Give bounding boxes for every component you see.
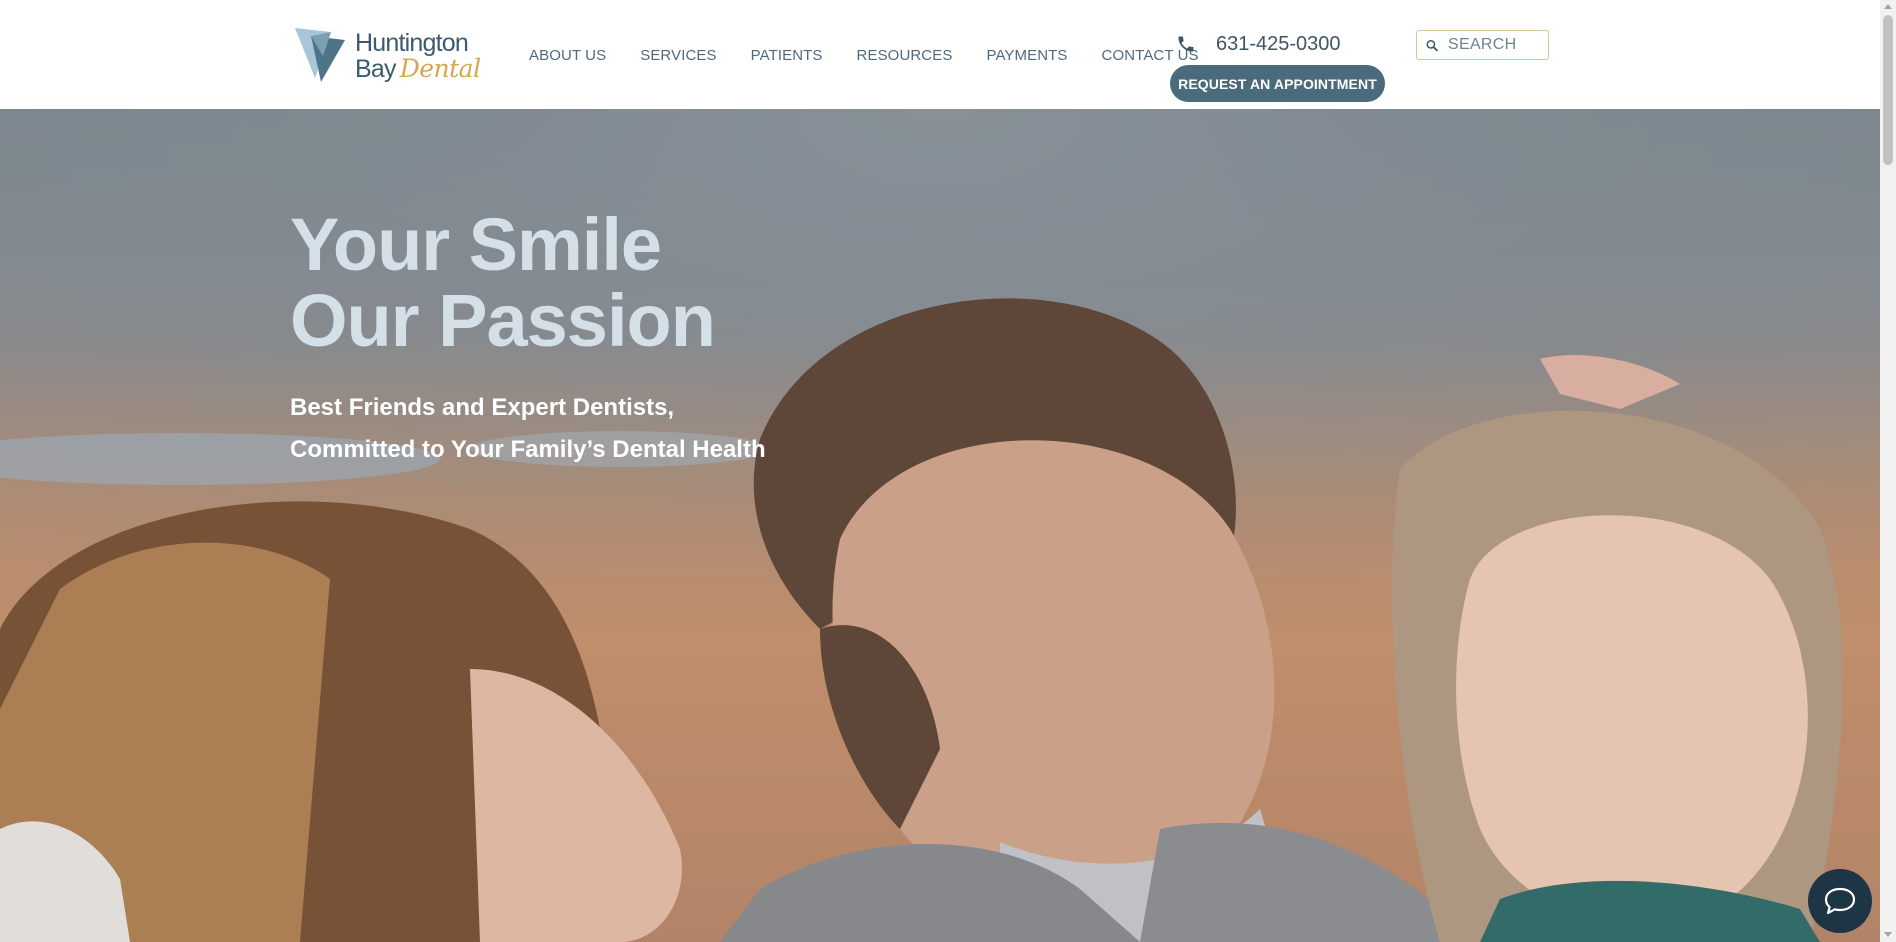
scroll-down-arrow-icon[interactable]	[1884, 932, 1892, 937]
hero-title-line1: Your Smile	[290, 203, 662, 286]
nav-resources[interactable]: RESOURCES	[857, 47, 953, 67]
phone-number: 631-425-0300	[1216, 32, 1341, 55]
logo-text-dental: Dental	[399, 54, 481, 83]
hero-banner: Your Smile Our Passion Best Friends and …	[0, 109, 1880, 942]
nav-services[interactable]: SERVICES	[640, 47, 716, 67]
search-input[interactable]	[1448, 36, 1548, 54]
logo-text-bay: Bay	[355, 55, 396, 83]
chat-button[interactable]	[1808, 869, 1872, 933]
scroll-up-arrow-icon[interactable]	[1884, 4, 1892, 9]
nav-about-us[interactable]: ABOUT US	[529, 47, 606, 67]
phone-link[interactable]: 631-425-0300	[1176, 31, 1341, 57]
nav-payments[interactable]: PAYMENTS	[986, 47, 1067, 67]
hero-title-line2: Our Passion	[290, 279, 716, 362]
site-logo[interactable]: Huntington Bay Dental	[293, 26, 481, 84]
nav-patients[interactable]: PATIENTS	[751, 47, 823, 67]
request-appointment-button[interactable]: REQUEST AN APPOINTMENT	[1170, 65, 1385, 102]
site-header: Huntington Bay Dental ABOUT US SERVICES P…	[0, 0, 1880, 109]
hero-subtitle-line2: Committed to Your Family’s Dental Health	[290, 436, 766, 463]
main-nav: ABOUT US SERVICES PATIENTS RESOURCES PAY…	[529, 47, 1199, 67]
search-box[interactable]	[1416, 30, 1549, 60]
family-smiling-photo	[0, 109, 1880, 942]
hero-subtitle-line1: Best Friends and Expert Dentists,	[290, 394, 675, 421]
hero-subtitle: Best Friends and Expert Dentists, Commit…	[290, 387, 766, 471]
tooth-logo-icon	[295, 28, 345, 82]
phone-icon	[1178, 36, 1194, 52]
scrollbar-thumb[interactable]	[1883, 15, 1893, 165]
logo-text-bay-dental: Bay Dental	[355, 54, 481, 84]
hero-title: Your Smile Our Passion	[290, 203, 716, 362]
search-icon[interactable]	[1426, 38, 1438, 53]
chat-bubble-icon	[1824, 887, 1856, 915]
